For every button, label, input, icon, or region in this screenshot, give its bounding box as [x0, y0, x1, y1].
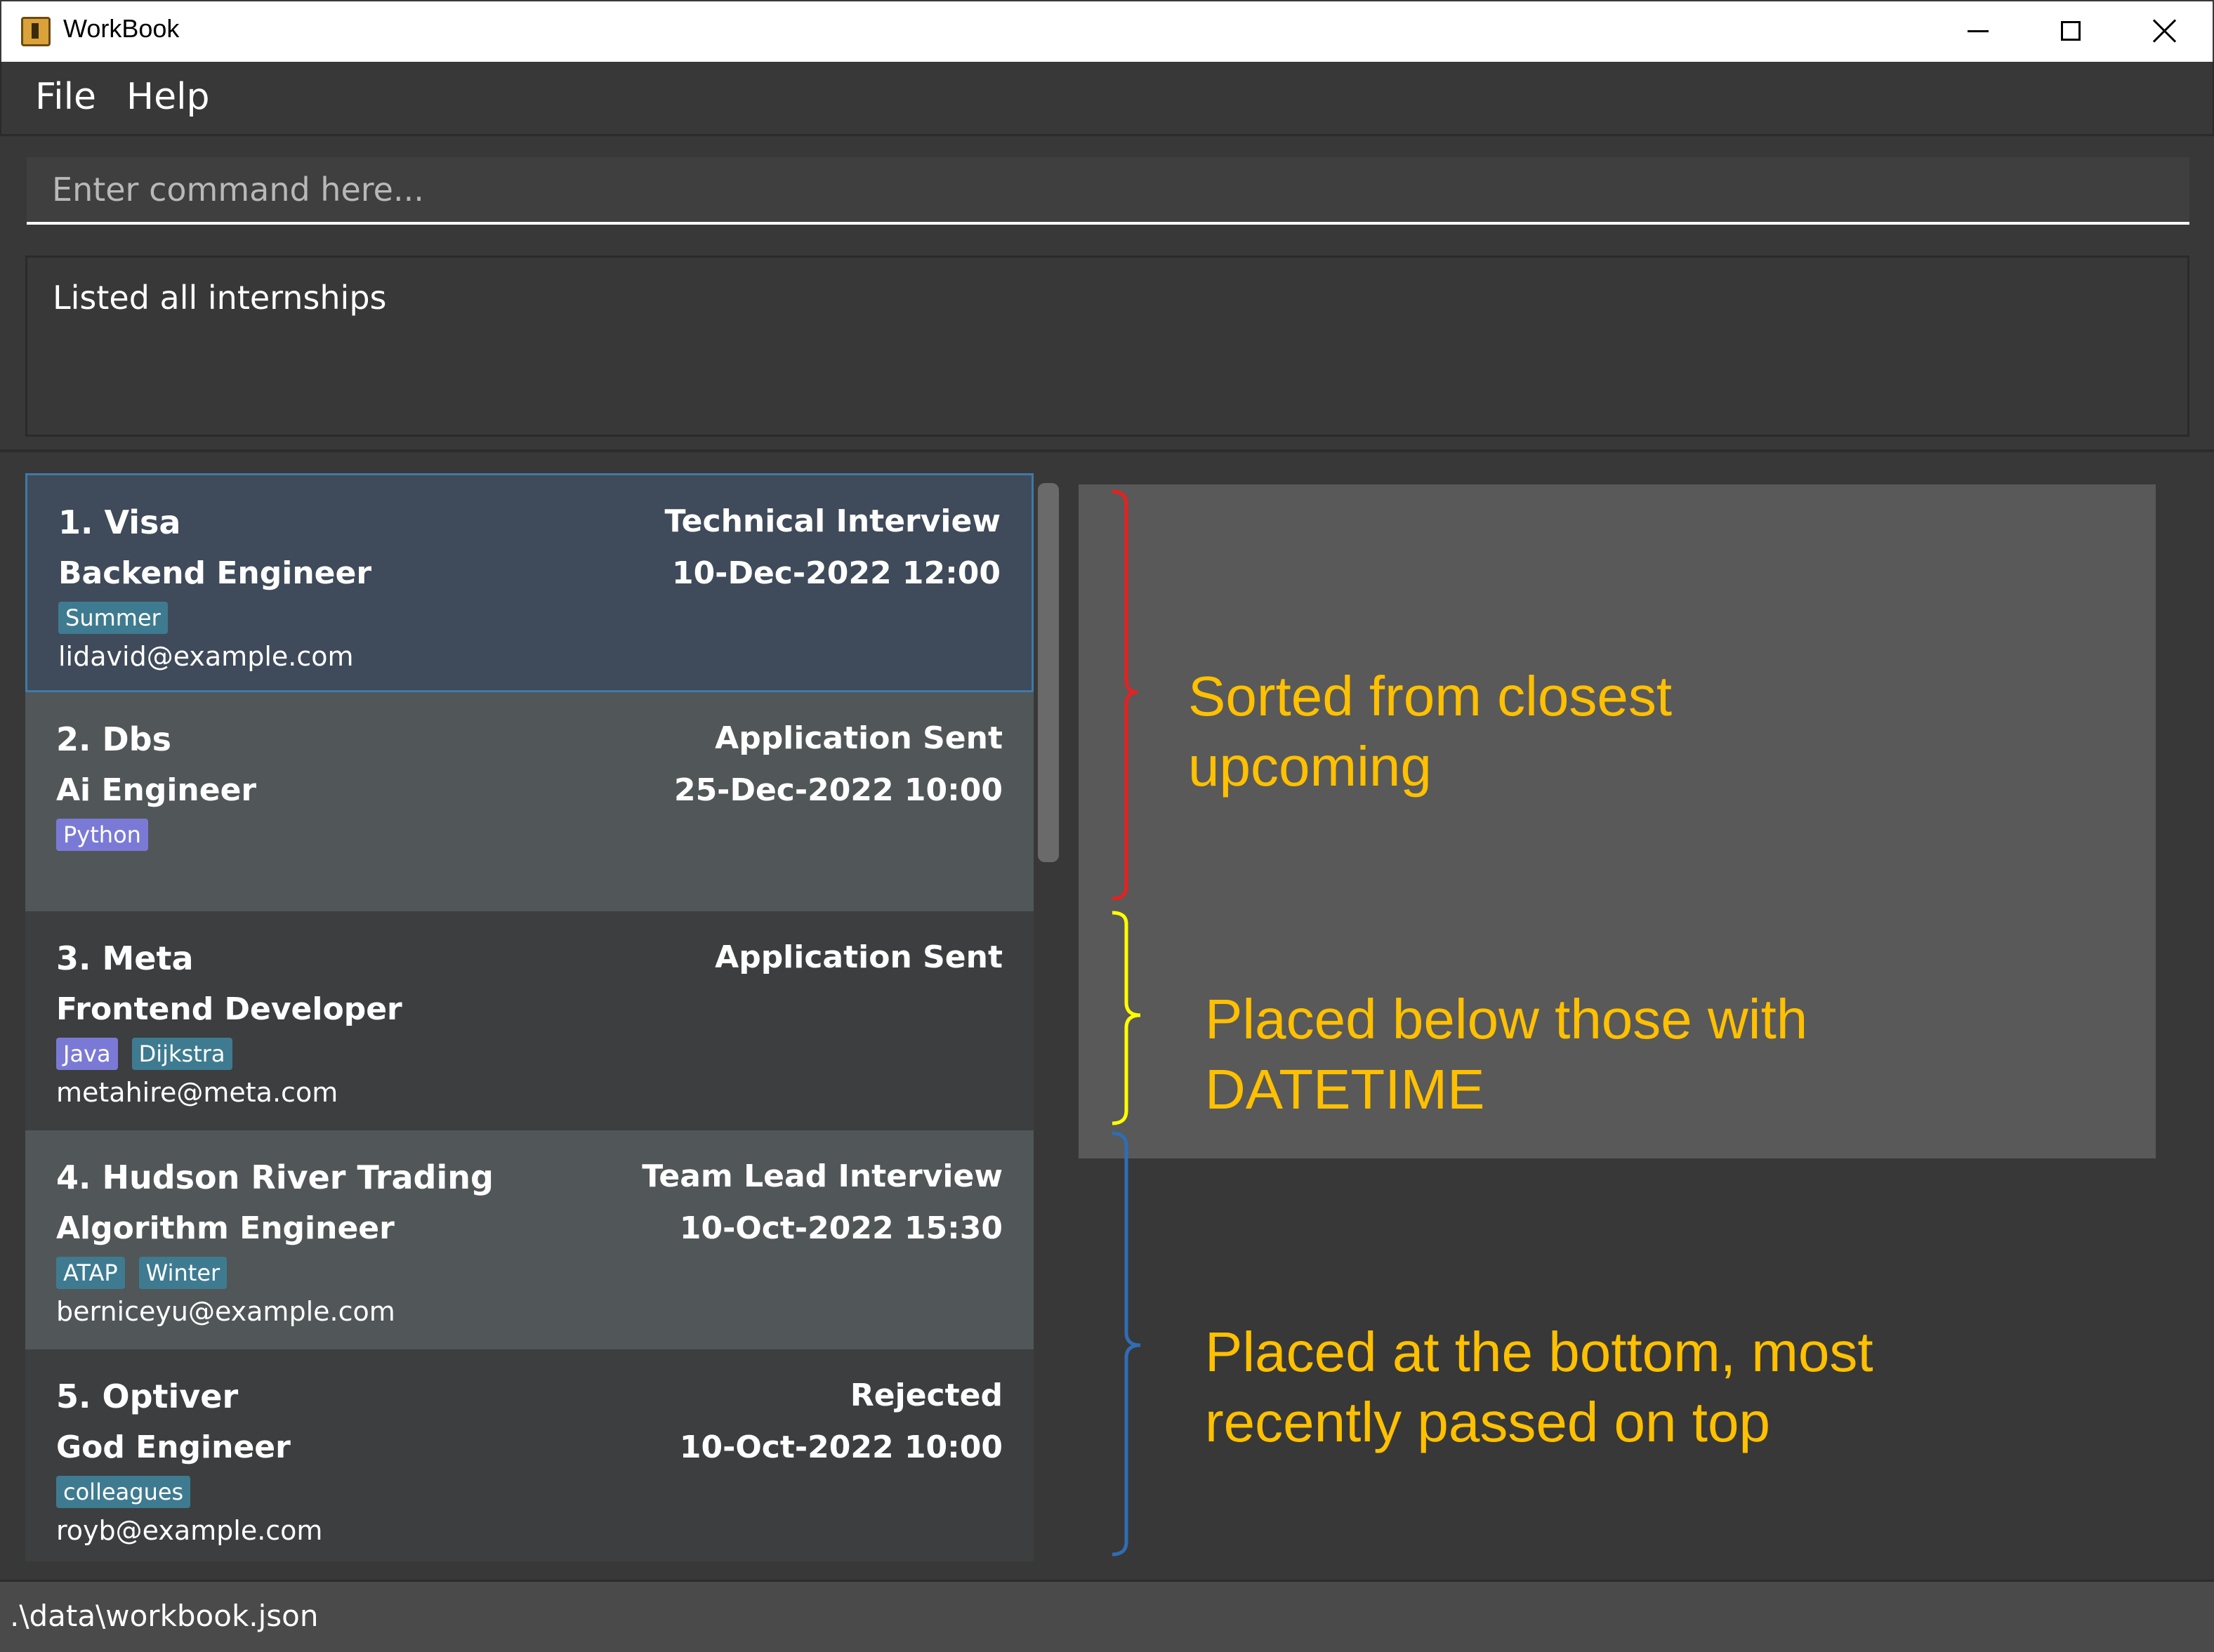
- tag: Java: [56, 1038, 118, 1070]
- role: Ai Engineer: [56, 772, 257, 808]
- maximize-icon: [2061, 21, 2081, 41]
- annotation-line: Placed at the bottom, most: [1205, 1321, 1873, 1383]
- tag-list: colleagues: [56, 1476, 191, 1508]
- email: lidavid@example.com: [58, 641, 354, 672]
- datetime: 25-Dec-2022 10:00: [673, 772, 1003, 808]
- tag: Summer: [58, 602, 168, 634]
- tag-list: Python: [56, 819, 148, 851]
- internship-card[interactable]: 3. Meta Application Sent Frontend Develo…: [25, 911, 1034, 1130]
- annotation-upcoming: Sorted from closest upcoming: [1188, 661, 1672, 802]
- datetime: 10-Oct-2022 15:30: [679, 1210, 1003, 1246]
- app-icon: [21, 17, 51, 46]
- window-title: WorkBook: [63, 14, 180, 43]
- tag: Winter: [138, 1257, 228, 1289]
- internship-card[interactable]: 5. Optiver Rejected God Engineer 10-Oct-…: [25, 1349, 1034, 1561]
- result-text: Listed all internships: [53, 279, 387, 317]
- internship-card[interactable]: 4. Hudson River Trading Team Lead Interv…: [25, 1130, 1034, 1349]
- email: berniceyu@example.com: [56, 1296, 395, 1327]
- passed-bracket: [1112, 1131, 1141, 1557]
- company-name: 2. Dbs: [56, 720, 171, 758]
- tag-list: Summer: [58, 602, 168, 634]
- close-button[interactable]: [2119, 1, 2210, 60]
- application-stage: Technical Interview: [664, 503, 1001, 539]
- tag-list: ATAP Winter: [56, 1257, 228, 1289]
- tag: Python: [56, 819, 148, 851]
- datetime: 10-Oct-2022 10:00: [679, 1429, 1003, 1465]
- tag: Dijkstra: [131, 1038, 232, 1070]
- company-name: 4. Hudson River Trading: [56, 1158, 494, 1196]
- role: Algorithm Engineer: [56, 1210, 395, 1246]
- annotation-line: DATETIME: [1205, 1058, 1485, 1121]
- annotation-no-datetime: Placed below those with DATETIME: [1205, 984, 1807, 1125]
- command-box: [0, 136, 2214, 242]
- menu-bar: File Help: [0, 62, 2214, 136]
- list-scrollbar[interactable]: [1038, 483, 1059, 862]
- result-display: Listed all internships: [25, 256, 2189, 437]
- internship-card[interactable]: 1. Visa Technical Interview Backend Engi…: [25, 473, 1034, 692]
- title-bar: WorkBook: [0, 0, 2214, 62]
- role: Backend Engineer: [58, 555, 372, 591]
- internship-card[interactable]: 2. Dbs Application Sent Ai Engineer 25-D…: [25, 692, 1034, 911]
- annotation-line: Sorted from closest: [1188, 665, 1673, 727]
- company-name: 3. Meta: [56, 939, 194, 977]
- annotation-line: upcoming: [1188, 735, 1432, 798]
- tag-list: Java Dijkstra: [56, 1038, 232, 1070]
- divider: [0, 449, 2214, 452]
- menu-help[interactable]: Help: [126, 76, 210, 118]
- save-file-path: .\data\workbook.json: [10, 1599, 319, 1633]
- email: royb@example.com: [56, 1515, 323, 1546]
- company-name: 1. Visa: [58, 503, 181, 541]
- application-stage: Team Lead Interview: [642, 1158, 1003, 1194]
- annotation-line: recently passed on top: [1205, 1391, 1770, 1453]
- datetime: 10-Dec-2022 12:00: [671, 555, 1001, 591]
- role: God Engineer: [56, 1429, 291, 1465]
- application-stage: Application Sent: [715, 720, 1003, 756]
- company-name: 5. Optiver: [56, 1377, 239, 1415]
- minimize-button[interactable]: [1932, 1, 2024, 60]
- command-input[interactable]: [27, 157, 2189, 225]
- email: metahire@meta.com: [56, 1077, 338, 1108]
- tag: ATAP: [56, 1257, 125, 1289]
- annotation-passed: Placed at the bottom, most recently pass…: [1205, 1317, 1873, 1458]
- internship-list: 1. Visa Technical Interview Backend Engi…: [25, 473, 1034, 1561]
- maximize-button[interactable]: [2025, 1, 2116, 60]
- application-stage: Rejected: [850, 1377, 1003, 1413]
- close-icon: [2152, 18, 2177, 44]
- tag: colleagues: [56, 1476, 191, 1508]
- minimize-icon: [1968, 29, 1989, 32]
- status-bar: .\data\workbook.json: [0, 1580, 2214, 1652]
- annotation-line: Placed below those with: [1205, 988, 1808, 1050]
- menu-file[interactable]: File: [35, 76, 96, 118]
- role: Frontend Developer: [56, 991, 402, 1027]
- application-stage: Application Sent: [715, 939, 1003, 975]
